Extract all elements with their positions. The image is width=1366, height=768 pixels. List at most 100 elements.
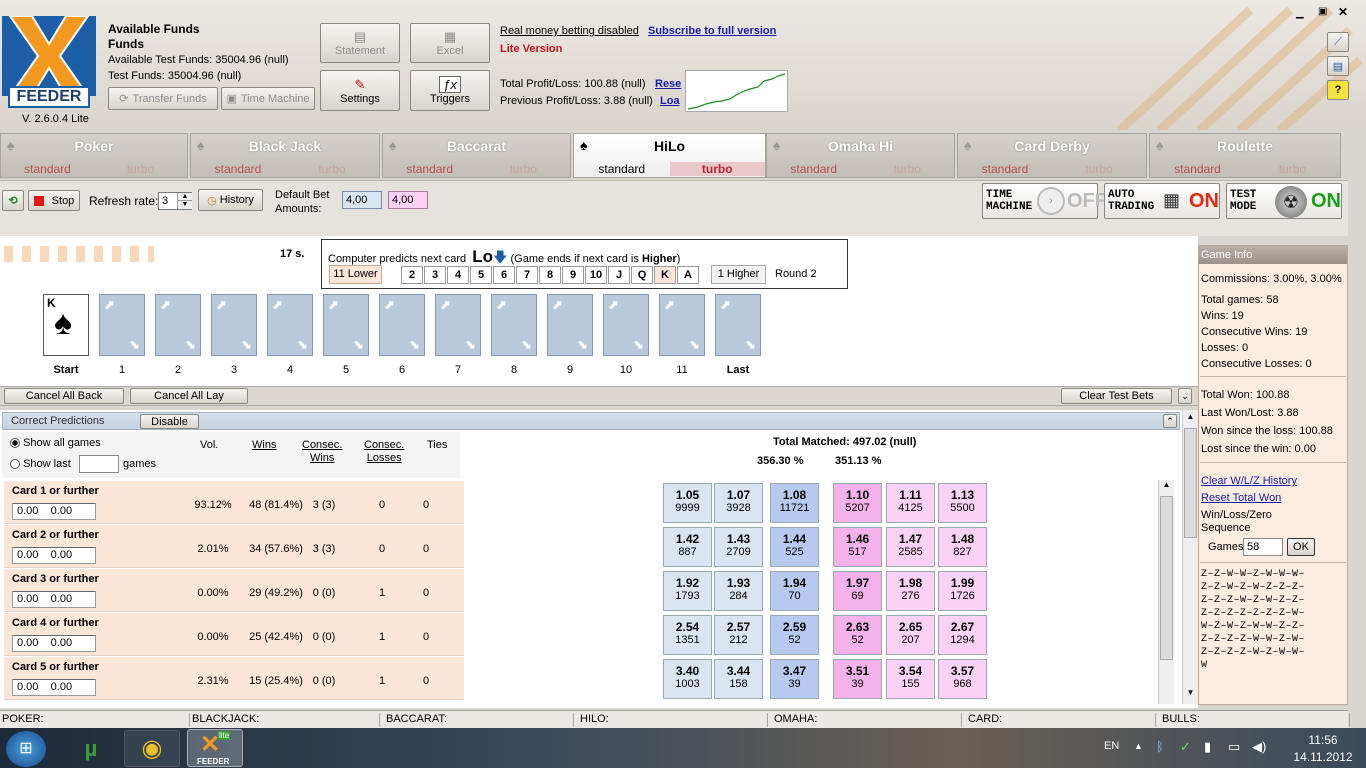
reset-link[interactable]: Rese: [655, 78, 681, 90]
card-slot[interactable]: ⬈ ⬊: [491, 294, 537, 356]
tab-standard[interactable]: standard: [767, 162, 861, 176]
back-odds-cell[interactable]: 2.57 212: [714, 615, 763, 655]
load-link[interactable]: Loa: [660, 95, 680, 107]
panel-scroll-down-icon[interactable]: ▼: [1183, 688, 1198, 703]
auto-trading-toggle[interactable]: AUTO TRADING ▦ ON: [1104, 183, 1220, 219]
back-odds-cell[interactable]: 3.47 39: [770, 659, 819, 699]
excel-button[interactable]: ▦ Excel: [410, 23, 490, 63]
lay-odds-cell[interactable]: 1.47 2585: [886, 527, 935, 567]
back-odds-cell[interactable]: 3.40 1003: [663, 659, 712, 699]
back-odds-cell[interactable]: 3.44 158: [714, 659, 763, 699]
card-slot[interactable]: ⬈ ⬊: [547, 294, 593, 356]
scroll-up-icon[interactable]: ▲: [1159, 480, 1174, 495]
stop-button[interactable]: Stop: [28, 190, 80, 211]
back-odds-cell[interactable]: 2.54 1351: [663, 615, 712, 655]
chart-icon[interactable]: ⟋: [1327, 32, 1349, 52]
back-odds-cell[interactable]: 1.07 3928: [714, 483, 763, 523]
scroll-thumb[interactable]: [1160, 496, 1173, 660]
statement-button[interactable]: ▤ Statement: [320, 23, 400, 63]
card-slot[interactable]: ⬈ ⬊: [715, 294, 761, 356]
lay-odds-cell[interactable]: 2.63 52: [833, 615, 882, 655]
back-odds-cell[interactable]: 1.92 1793: [663, 571, 712, 611]
time-machine-toggle[interactable]: TIME MACHINE › OFF: [982, 183, 1107, 219]
reset-total-won-link[interactable]: Reset Total Won: [1201, 492, 1281, 504]
stepper-down-icon[interactable]: ▼: [177, 201, 192, 209]
panel-scroll-up-icon[interactable]: ▲: [1183, 412, 1198, 427]
tab-poker[interactable]: ♠ Poker standard turbo: [0, 133, 188, 178]
back-odds-cell[interactable]: 1.08 11721: [770, 483, 819, 523]
volume-icon[interactable]: ◀): [1252, 739, 1266, 755]
lay-odds-cell[interactable]: 1.11 4125: [886, 483, 935, 523]
lay-odds-cell[interactable]: 1.46 517: [833, 527, 882, 567]
tab-standard[interactable]: standard: [958, 162, 1052, 176]
back-odds-cell[interactable]: 1.43 2709: [714, 527, 763, 567]
maximize-icon[interactable]: ▣: [1318, 6, 1327, 17]
default-back-amount-input[interactable]: 4,00: [342, 191, 382, 209]
tab-turbo[interactable]: turbo: [1052, 162, 1146, 176]
real-money-disabled-link[interactable]: Real money betting disabled: [500, 25, 639, 37]
default-lay-amount-input[interactable]: 4,00: [388, 191, 428, 209]
back-odds-cell[interactable]: 1.93 284: [714, 571, 763, 611]
tab-turbo[interactable]: turbo: [285, 162, 379, 176]
tab-turbo[interactable]: turbo: [861, 162, 955, 176]
tray-expand-icon[interactable]: ▲: [1134, 741, 1143, 751]
lay-odds-cell[interactable]: 3.51 39: [833, 659, 882, 699]
lay-odds-cell[interactable]: 2.65 207: [886, 615, 935, 655]
card-slot[interactable]: ⬈ ⬊: [435, 294, 481, 356]
lay-odds-cell[interactable]: 1.13 5500: [938, 483, 987, 523]
back-odds-cell[interactable]: 1.44 525: [770, 527, 819, 567]
clock-time[interactable]: 11:56: [1290, 733, 1356, 747]
lay-odds-cell[interactable]: 3.54 155: [886, 659, 935, 699]
row-stake-input[interactable]: 0.00 0.00: [12, 503, 96, 520]
show-last-radio[interactable]: Show last: [10, 458, 71, 470]
bluetooth-icon[interactable]: ᛒ: [1156, 739, 1164, 754]
help-icon[interactable]: ?: [1327, 80, 1349, 100]
header-consec-wins[interactable]: Consec. Wins: [302, 439, 342, 465]
tab-omaha-hi[interactable]: ♠ Omaha Hi standard turbo: [766, 133, 955, 178]
tab-turbo[interactable]: turbo: [1245, 162, 1340, 176]
tab-standard[interactable]: standard: [383, 162, 477, 176]
taskbar-feeder-app[interactable]: ✕ lite FEEDER: [187, 729, 243, 767]
row-stake-input[interactable]: 0.00 0.00: [12, 547, 96, 564]
tab-hilo[interactable]: ♠ HiLo standard turbo: [573, 133, 766, 178]
row-stake-input[interactable]: 0.00 0.00: [12, 679, 96, 696]
header-consec-losses[interactable]: Consec. Losses: [364, 439, 404, 465]
transfer-funds-button[interactable]: ⟳ Transfer Funds: [108, 87, 218, 110]
clear-wlz-history-link[interactable]: Clear W/L/Z History: [1201, 475, 1297, 487]
lay-odds-cell[interactable]: 1.10 5207: [833, 483, 882, 523]
lay-odds-cell[interactable]: 1.48 827: [938, 527, 987, 567]
start-orb-icon[interactable]: ⊞: [6, 731, 46, 767]
lay-odds-cell[interactable]: 1.98 276: [886, 571, 935, 611]
refresh-icon[interactable]: ⟲: [2, 190, 24, 211]
panel-scroll-thumb[interactable]: [1184, 428, 1197, 538]
clock-date[interactable]: 14.11.2012: [1290, 750, 1356, 764]
back-odds-cell[interactable]: 1.05 9999: [663, 483, 712, 523]
card-slot[interactable]: ⬈ ⬊: [603, 294, 649, 356]
lay-odds-cell[interactable]: 1.97 69: [833, 571, 882, 611]
clear-test-bets-button[interactable]: Clear Test Bets: [1061, 388, 1172, 404]
tab-turbo[interactable]: turbo: [669, 162, 765, 176]
tab-turbo[interactable]: turbo: [477, 162, 571, 176]
cancel-all-back-button[interactable]: Cancel All Back: [4, 388, 124, 404]
test-mode-toggle[interactable]: TEST MODE ☢ ON: [1226, 183, 1342, 219]
card-slot[interactable]: ⬈ ⬊: [211, 294, 257, 356]
tab-baccarat[interactable]: ♠ Baccarat standard turbo: [382, 133, 571, 178]
tab-card-derby[interactable]: ♠ Card Derby standard turbo: [957, 133, 1147, 178]
collapse-up-icon[interactable]: ⌃: [1163, 414, 1177, 428]
settings-button[interactable]: ✎ Settings: [320, 70, 400, 111]
row-stake-input[interactable]: 0.00 0.00: [12, 591, 96, 608]
tab-standard[interactable]: standard: [191, 162, 285, 176]
refresh-rate-stepper[interactable]: 3 ▲ ▼: [158, 192, 192, 210]
tab-roulette[interactable]: ♠ Roulette standard turbo: [1149, 133, 1341, 178]
lay-odds-cell[interactable]: 3.57 968: [938, 659, 987, 699]
notes-icon[interactable]: ▤: [1327, 56, 1349, 76]
tab-standard[interactable]: standard: [1150, 162, 1245, 176]
minimize-icon[interactable]: ▁: [1296, 8, 1304, 19]
collapse-down-icon[interactable]: ⌄: [1178, 388, 1192, 404]
language-indicator[interactable]: EN: [1104, 740, 1119, 752]
battery-icon[interactable]: ▮: [1204, 739, 1211, 755]
subscribe-link[interactable]: Subscribe to full version: [648, 25, 776, 37]
cancel-all-lay-button[interactable]: Cancel All Lay: [130, 388, 248, 404]
time-machine-button[interactable]: ▣ Time Machine: [221, 87, 315, 110]
disable-predictions-button[interactable]: Disable: [140, 414, 199, 429]
